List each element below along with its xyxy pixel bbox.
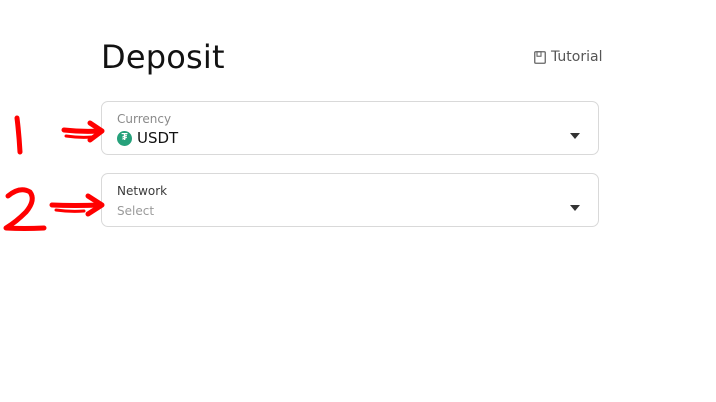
annotation-arrow-one	[61, 120, 105, 143]
annotation-number-two	[3, 187, 47, 231]
chevron-down-icon	[570, 205, 580, 211]
chevron-down-icon	[570, 133, 580, 139]
network-label: Network	[117, 184, 168, 198]
book-icon	[534, 50, 546, 64]
currency-value-text: USDT	[137, 129, 179, 147]
page-title: Deposit	[101, 38, 225, 76]
annotation-arrow-two	[49, 193, 105, 217]
tutorial-link[interactable]: Tutorial	[534, 49, 602, 65]
annotation-number-one	[14, 115, 23, 155]
currency-label: Currency	[117, 112, 172, 126]
tutorial-label: Tutorial	[551, 49, 603, 65]
network-select[interactable]: Network Select	[101, 173, 599, 227]
tether-icon: ₮	[117, 130, 132, 146]
deposit-page: Deposit Tutorial Currency ₮ USDT Network…	[0, 0, 716, 402]
currency-value: ₮ USDT	[117, 129, 178, 147]
network-placeholder: Select	[117, 204, 155, 218]
currency-select[interactable]: Currency ₮ USDT	[101, 101, 599, 155]
